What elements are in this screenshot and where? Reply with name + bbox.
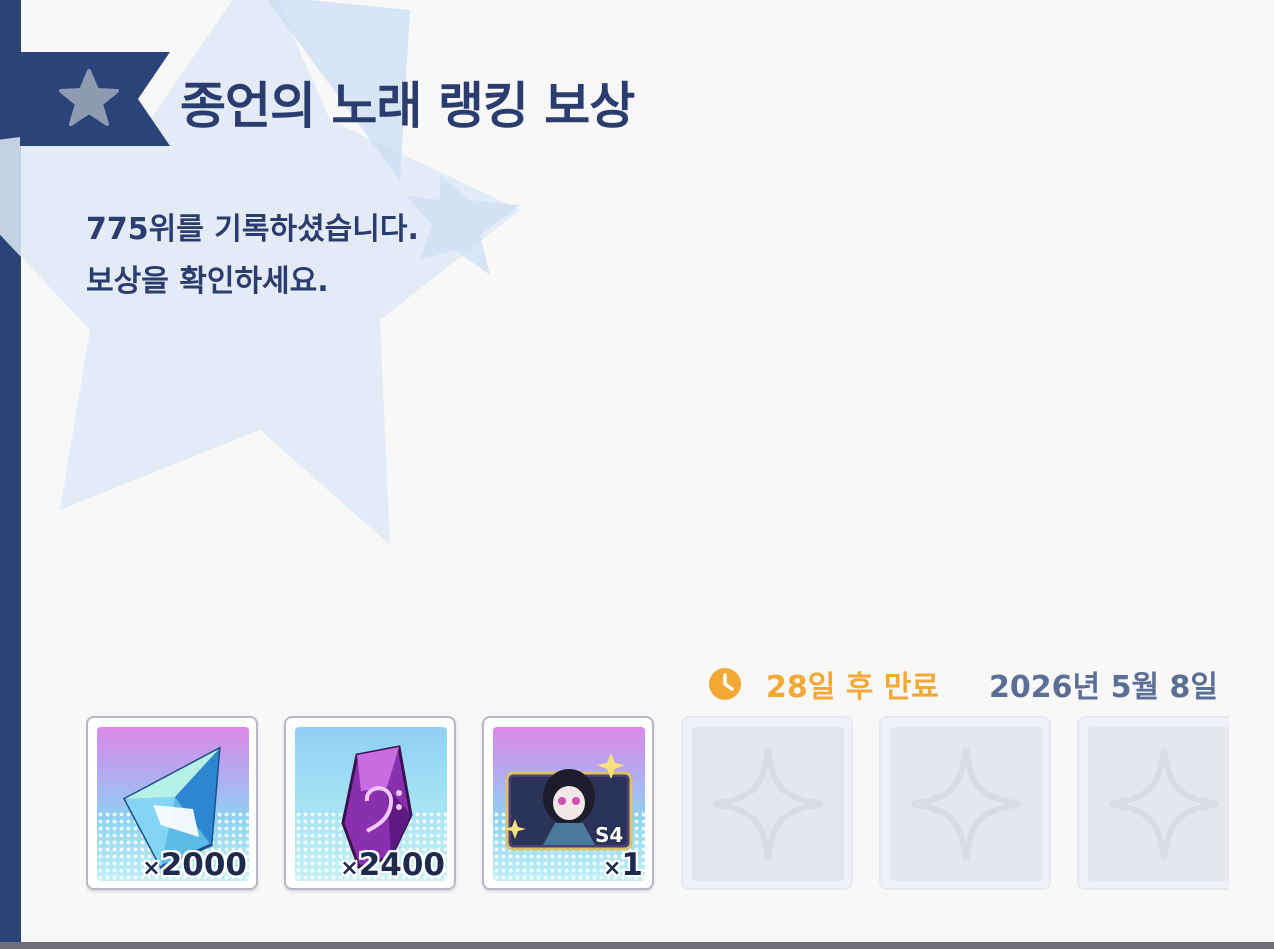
sparkle-placeholder-icon [911, 748, 1021, 860]
reward-quantity: ×2400 [340, 847, 445, 881]
rank-message: 775위를 기록하셨습니다. 보상을 확인하세요. [86, 204, 419, 308]
rank-message-line: 보상을 확인하세요. [86, 264, 329, 299]
reward-slot-art: ×2400 [295, 727, 447, 881]
reward-slot-art: S4 ×1 [493, 727, 645, 881]
rank-message-line: 775위를 기록하셨습니다. [86, 212, 419, 247]
expiry-info: 28일 후 만료 2026년 5월 8일 [708, 662, 1218, 706]
reward-slot-crystal[interactable]: ×2000 [86, 716, 258, 890]
expiry-date: 2026년 5월 8일 [989, 670, 1218, 705]
star-icon [59, 69, 119, 126]
empty-reward-slot [1077, 716, 1229, 890]
empty-reward-slot [681, 716, 853, 890]
sparkle-placeholder-icon [1109, 748, 1219, 860]
sparkle-placeholder-icon [713, 748, 823, 860]
tier-badge: S4 [595, 823, 624, 847]
reward-quantity: ×1 [602, 847, 643, 881]
empty-reward-slot [879, 716, 1051, 890]
reward-quantity: ×2000 [142, 847, 247, 881]
clock-icon [709, 668, 741, 700]
reward-slot-art: ×2000 [97, 727, 249, 881]
reward-slot-character-card[interactable]: S4 ×1 [482, 716, 654, 890]
ranking-reward-dialog: 종언의 노래 랭킹 보상 775위를 기록하셨습니다. 보상을 확인하세요. 2… [0, 0, 1274, 949]
page-title: 종언의 노래 랭킹 보상 [180, 77, 635, 135]
expiry-remaining: 28일 후 만료 [766, 670, 940, 705]
reward-slot-list: ×2000 ×2400 S4 ×1 [86, 716, 1229, 896]
bottom-edge [0, 942, 1274, 949]
reward-slot-music-gem[interactable]: ×2400 [284, 716, 456, 890]
